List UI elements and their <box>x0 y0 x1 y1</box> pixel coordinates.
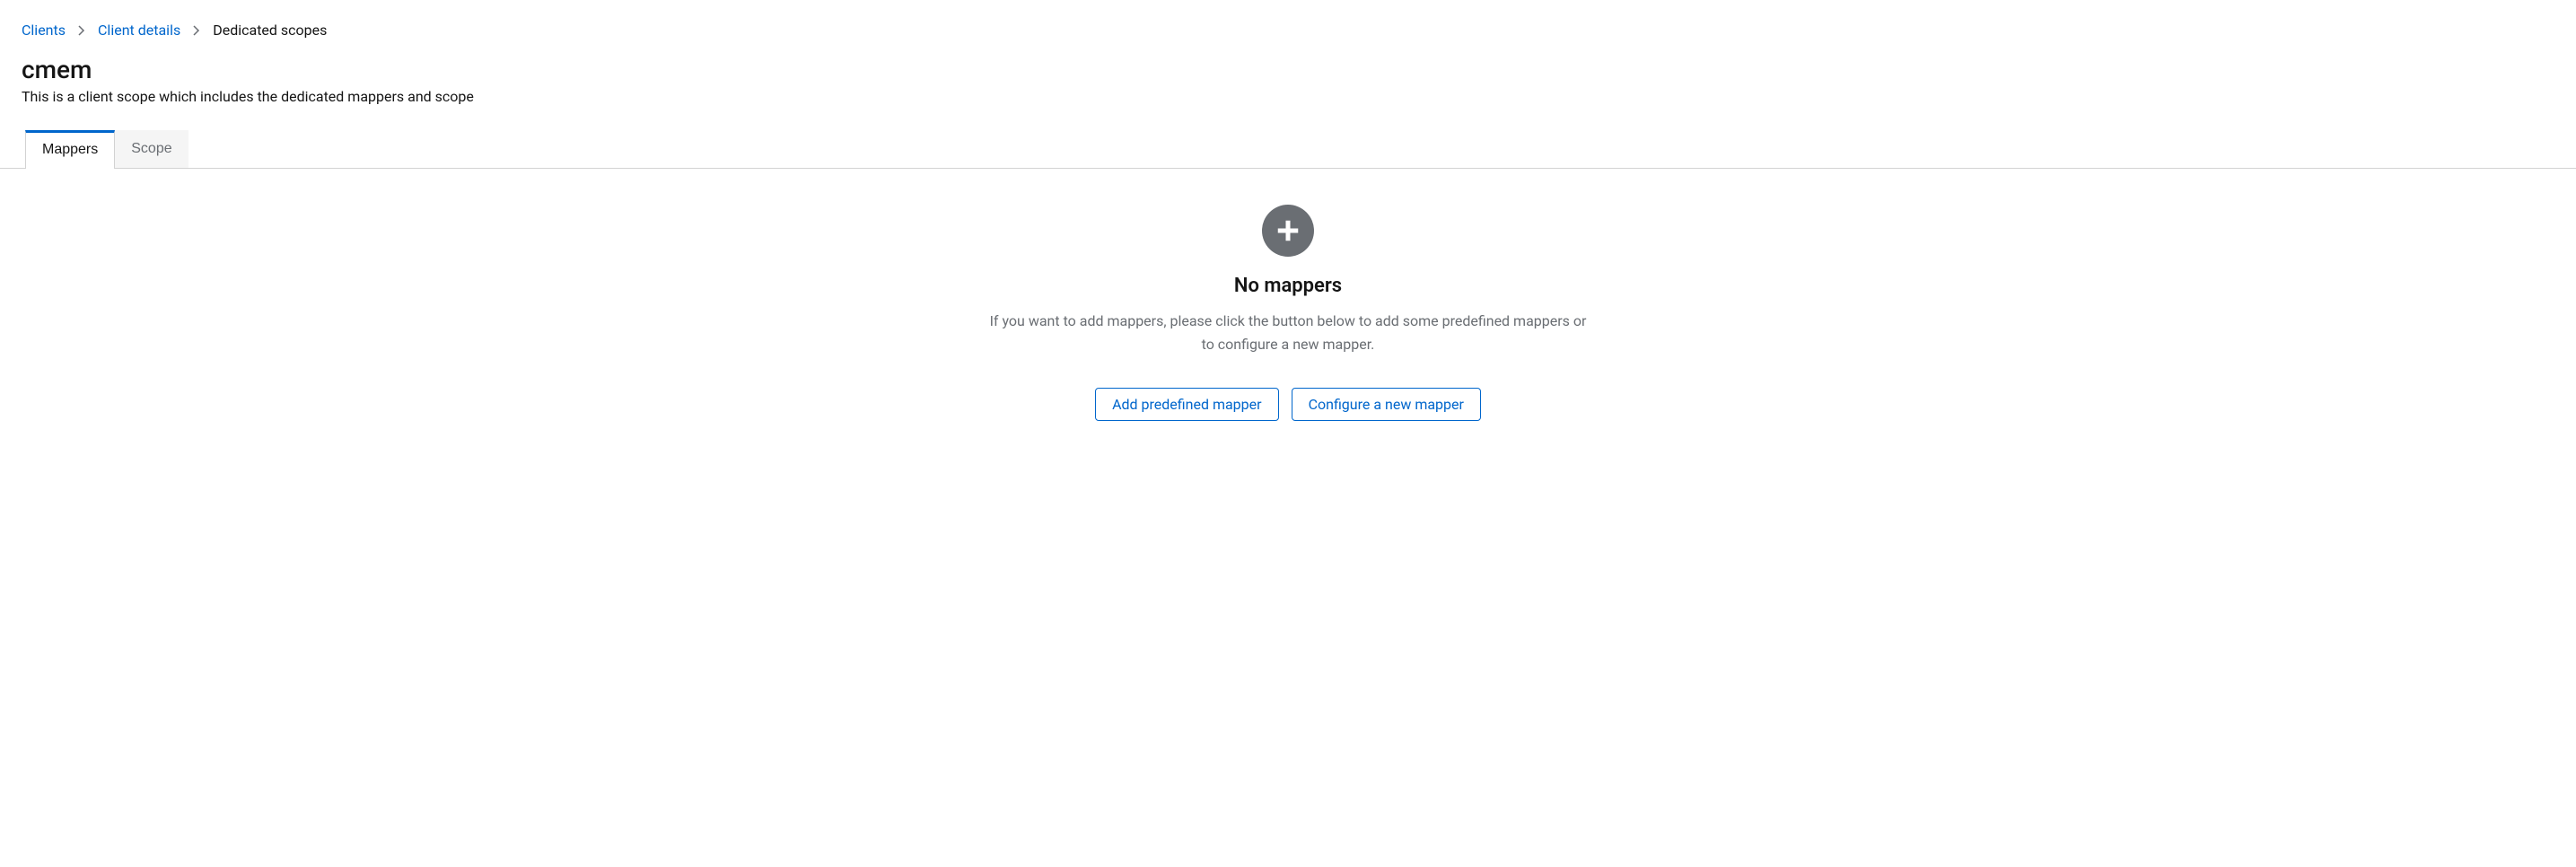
breadcrumb: Clients Client details Dedicated scopes <box>22 22 2554 39</box>
chevron-right-icon <box>78 25 85 36</box>
empty-state-title: No mappers <box>983 275 1593 297</box>
tabs-container: Mappers Scope <box>0 130 2576 169</box>
tab-mappers[interactable]: Mappers <box>25 130 115 169</box>
plus-circle-icon <box>1262 205 1314 257</box>
page-subtitle: This is a client scope which includes th… <box>22 88 2554 105</box>
configure-new-mapper-button[interactable]: Configure a new mapper <box>1292 388 1481 421</box>
breadcrumb-current: Dedicated scopes <box>213 22 327 39</box>
empty-state-actions: Add predefined mapper Configure a new ma… <box>983 388 1593 421</box>
empty-state-body: If you want to add mappers, please click… <box>983 310 1593 355</box>
breadcrumb-link-client-details[interactable]: Client details <box>98 22 180 39</box>
tab-scope[interactable]: Scope <box>115 130 188 168</box>
empty-state: No mappers If you want to add mappers, p… <box>965 169 1611 457</box>
breadcrumb-link-clients[interactable]: Clients <box>22 22 66 39</box>
chevron-right-icon <box>193 25 200 36</box>
page-title: cmem <box>22 55 2554 84</box>
add-predefined-mapper-button[interactable]: Add predefined mapper <box>1095 388 1279 421</box>
